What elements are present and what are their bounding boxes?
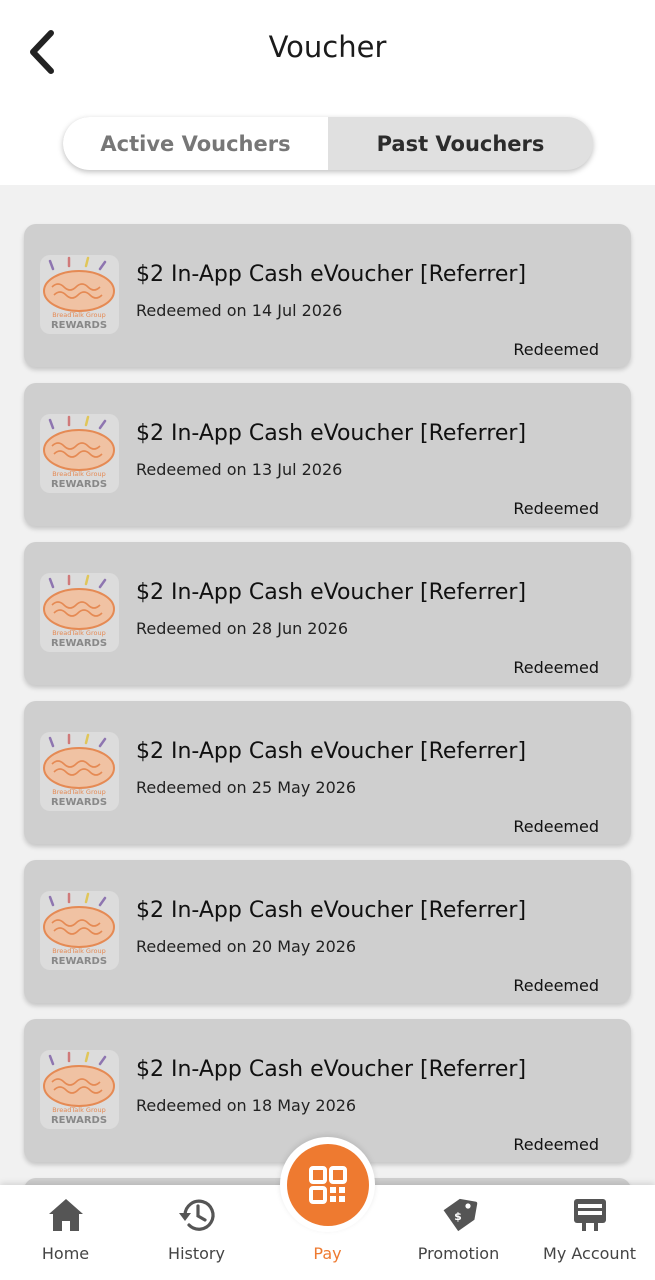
nav-my-account[interactable]: My Account	[524, 1185, 655, 1280]
svg-text:REWARDS: REWARDS	[51, 638, 107, 649]
voucher-title: $2 In-App Cash eVoucher [Referrer]	[136, 898, 527, 923]
svg-text:BreadTalk Group: BreadTalk Group	[52, 1106, 105, 1114]
rewards-logo: BreadTalk Group REWARDS	[40, 891, 119, 970]
svg-text:$: $	[454, 1210, 462, 1223]
voucher-title: $2 In-App Cash eVoucher [Referrer]	[136, 580, 527, 605]
voucher-title: $2 In-App Cash eVoucher [Referrer]	[136, 421, 527, 446]
nav-promotion[interactable]: $ Promotion	[393, 1185, 524, 1280]
voucher-redeemed-date: Redeemed on 18 May 2026	[136, 1096, 357, 1115]
rewards-logo: BreadTalk Group REWARDS	[40, 255, 119, 334]
pay-button[interactable]	[280, 1137, 375, 1232]
header: Voucher Active Vouchers Past Vouchers	[0, 0, 655, 185]
voucher-status: Redeemed	[513, 976, 599, 995]
svg-text:REWARDS: REWARDS	[51, 320, 107, 331]
nav-label: Promotion	[417, 1244, 500, 1263]
voucher-status: Redeemed	[513, 658, 599, 677]
nav-label: My Account	[543, 1244, 636, 1263]
page-title: Voucher	[268, 30, 387, 64]
rewards-logo: BreadTalk Group REWARDS	[40, 1050, 119, 1129]
voucher-redeemed-date: Redeemed on 14 Jul 2026	[136, 301, 343, 320]
nav-home[interactable]: Home	[0, 1185, 131, 1280]
voucher-title: $2 In-App Cash eVoucher [Referrer]	[136, 1057, 527, 1082]
qr-code-icon	[308, 1165, 347, 1204]
voucher-card[interactable]: BreadTalk Group REWARDS $2 In-App Cash e…	[24, 542, 631, 685]
tab-past-vouchers[interactable]: Past Vouchers	[328, 117, 593, 170]
rewards-logo: BreadTalk Group REWARDS	[40, 732, 119, 811]
svg-text:REWARDS: REWARDS	[51, 956, 107, 967]
rewards-logo: BreadTalk Group REWARDS	[40, 573, 119, 652]
svg-text:BreadTalk Group: BreadTalk Group	[52, 788, 105, 796]
svg-text:REWARDS: REWARDS	[51, 479, 107, 490]
voucher-card[interactable]: BreadTalk Group REWARDS $2 In-App Cash e…	[24, 860, 631, 1003]
voucher-redeemed-date: Redeemed on 13 Jul 2026	[136, 460, 343, 479]
svg-text:BreadTalk Group: BreadTalk Group	[52, 311, 105, 319]
voucher-redeemed-date: Redeemed on 20 May 2026	[136, 937, 357, 956]
voucher-list[interactable]: BreadTalk Group REWARDS $2 In-App Cash e…	[0, 185, 655, 1185]
voucher-card[interactable]: BreadTalk Group REWARDS $2 In-App Cash e…	[24, 383, 631, 526]
voucher-redeemed-date: Redeemed on 25 May 2026	[136, 778, 357, 797]
tab-active-vouchers[interactable]: Active Vouchers	[63, 117, 328, 170]
voucher-title: $2 In-App Cash eVoucher [Referrer]	[136, 262, 527, 287]
nav-history[interactable]: History	[131, 1185, 262, 1280]
voucher-card[interactable]: BreadTalk Group REWARDS $2 In-App Cash e…	[24, 224, 631, 367]
svg-text:BreadTalk Group: BreadTalk Group	[52, 947, 105, 955]
nav-label: History	[168, 1244, 225, 1263]
voucher-card[interactable]: BreadTalk Group REWARDS $2 In-App Cash e…	[24, 701, 631, 844]
voucher-status: Redeemed	[513, 499, 599, 518]
voucher-status: Redeemed	[513, 817, 599, 836]
voucher-tab-switch: Active Vouchers Past Vouchers	[63, 117, 593, 170]
account-icon	[573, 1199, 606, 1231]
nav-label: Home	[41, 1244, 90, 1263]
svg-text:REWARDS: REWARDS	[51, 797, 107, 808]
svg-text:BreadTalk Group: BreadTalk Group	[52, 470, 105, 478]
tag-icon: $	[443, 1198, 477, 1232]
home-icon	[48, 1199, 83, 1231]
rewards-logo: BreadTalk Group REWARDS	[40, 414, 119, 493]
voucher-redeemed-date: Redeemed on 28 Jun 2026	[136, 619, 349, 638]
svg-text:BreadTalk Group: BreadTalk Group	[52, 629, 105, 637]
voucher-status: Redeemed	[513, 340, 599, 359]
nav-label: Pay	[313, 1244, 342, 1263]
voucher-title: $2 In-App Cash eVoucher [Referrer]	[136, 739, 527, 764]
history-icon	[178, 1199, 215, 1231]
svg-text:REWARDS: REWARDS	[51, 1115, 107, 1126]
voucher-status: Redeemed	[513, 1135, 599, 1154]
